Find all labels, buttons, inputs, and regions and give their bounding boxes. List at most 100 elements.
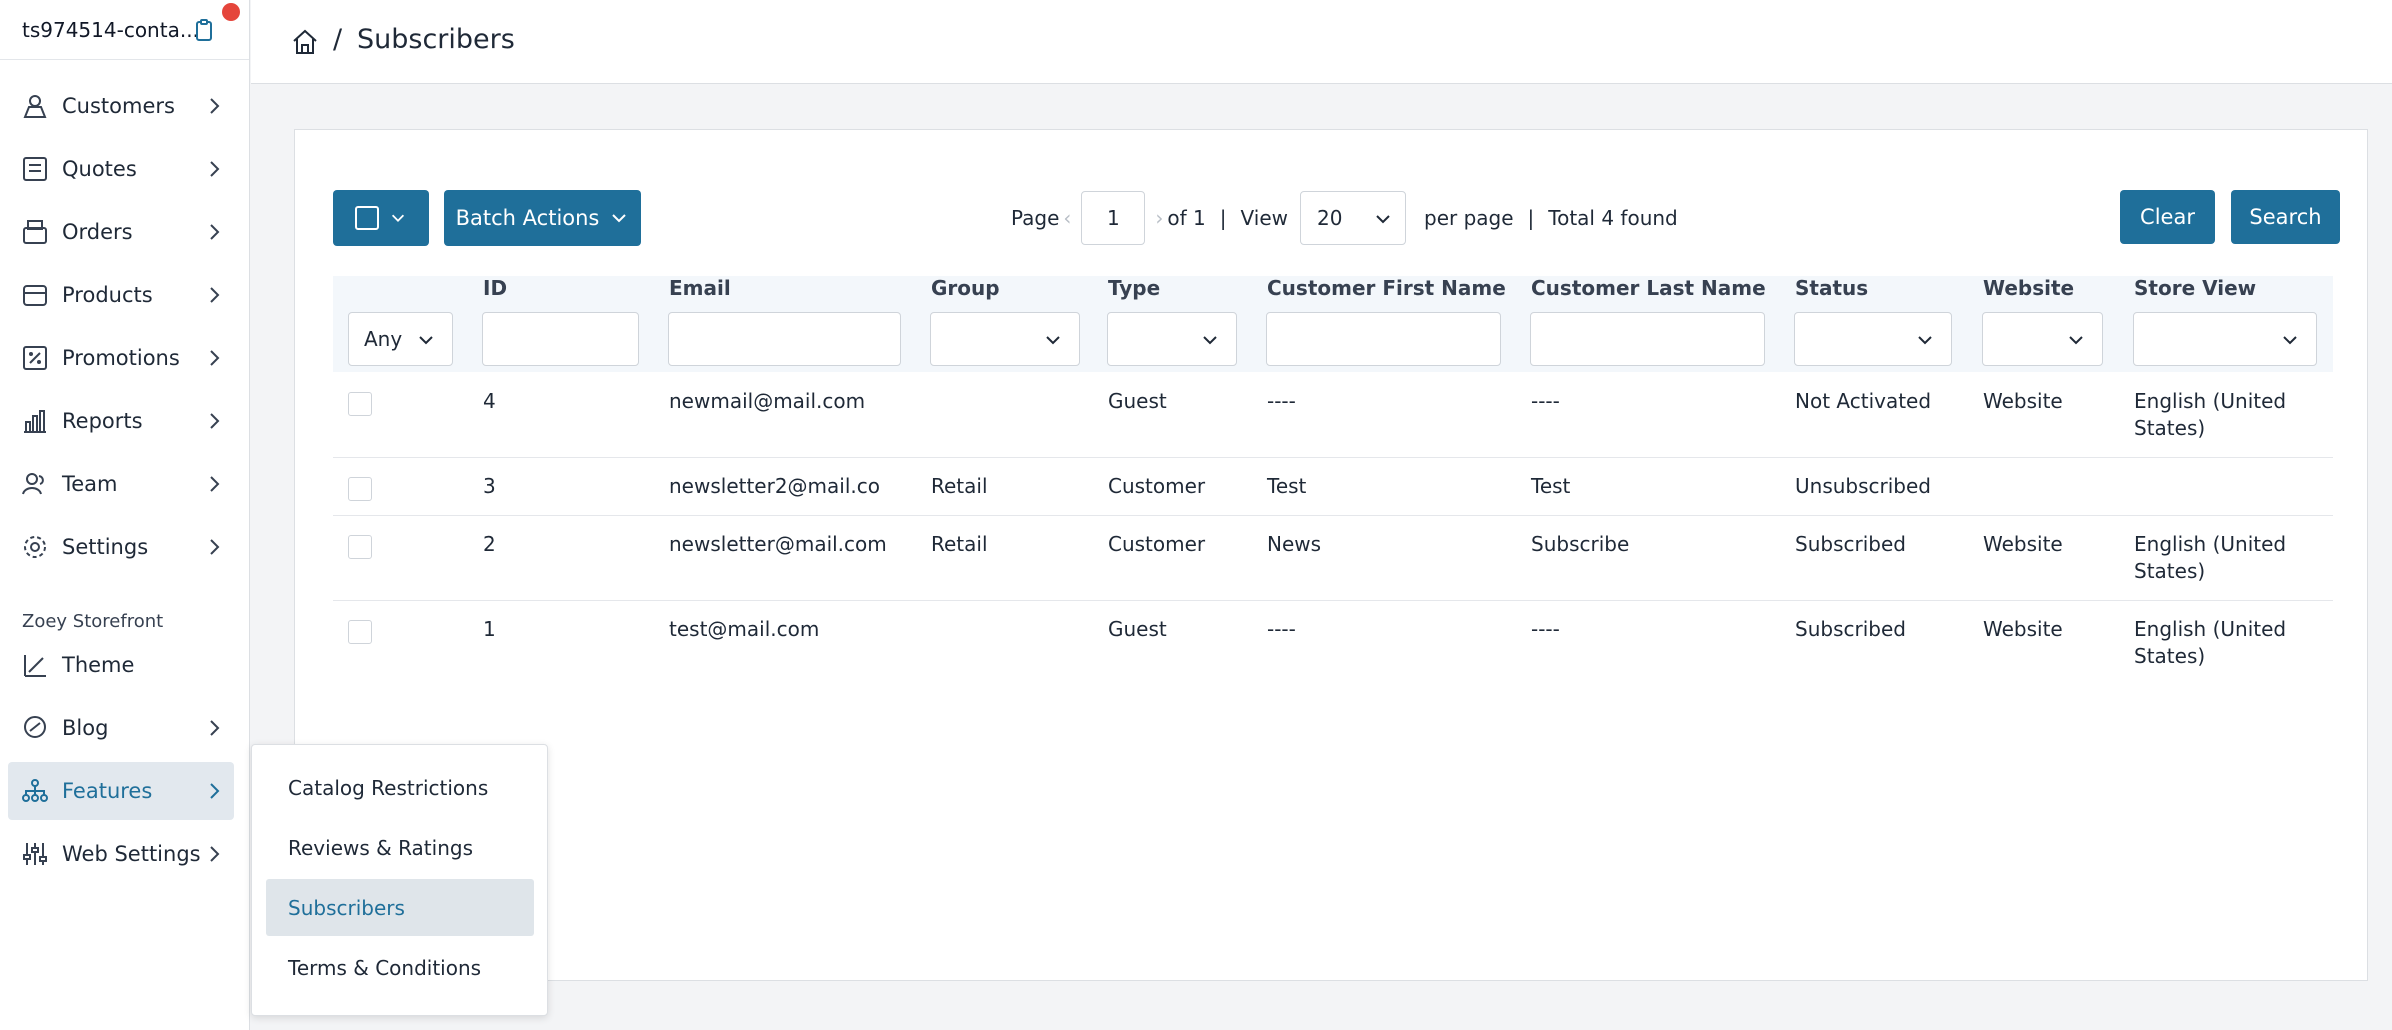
quotes-icon (23, 157, 47, 181)
sidebar-item-blog[interactable]: Blog (8, 699, 234, 757)
sidebar-item-orders[interactable]: Orders (8, 203, 234, 261)
submenu-item-reviews-ratings[interactable]: Reviews & Ratings (266, 819, 534, 876)
cell-store-view: English (United States) (2134, 532, 2287, 583)
clear-button[interactable]: Clear (2120, 190, 2215, 244)
chevron-down-icon (419, 336, 433, 345)
last-name-filter-input[interactable] (1530, 312, 1765, 366)
chevron-down-icon (612, 214, 627, 223)
page-number-input[interactable]: 1 (1081, 191, 1146, 245)
next-page-icon[interactable]: › (1155, 206, 1163, 230)
store-name: ts974514-conta... (22, 17, 199, 42)
sliders-icon (23, 843, 47, 865)
table-row[interactable]: 4 newmail@mail.com Guest ---- ---- Not A… (333, 372, 2333, 458)
cell-store-view: English (United States) (2134, 617, 2287, 668)
batch-actions-button[interactable]: Batch Actions (444, 190, 641, 246)
chevron-right-icon (210, 846, 220, 862)
sidebar: ts974514-conta... Customers Quotes Order… (0, 0, 250, 1030)
column-header-status[interactable]: Status (1795, 276, 1868, 300)
email-filter-input[interactable] (668, 312, 901, 366)
features-submenu: Catalog Restrictions Reviews & Ratings S… (251, 744, 548, 1016)
blog-icon (24, 716, 46, 738)
status-filter-select[interactable] (1794, 312, 1952, 366)
select-filter-value: Any (364, 327, 403, 351)
column-header-store-view[interactable]: Store View (2134, 276, 2256, 300)
cell-group: Retail (931, 474, 988, 498)
sidebar-item-promotions[interactable]: Promotions (8, 329, 234, 387)
submenu-item-catalog-restrictions[interactable]: Catalog Restrictions (266, 759, 534, 816)
chevron-down-icon (2283, 336, 2297, 345)
cell-email: newsletter2@mail.co (669, 474, 880, 498)
column-header-group[interactable]: Group (931, 276, 1000, 300)
chevron-right-icon (210, 224, 220, 240)
select-filter[interactable]: Any (348, 312, 453, 366)
sidebar-item-label: Blog (62, 716, 109, 740)
column-header-type[interactable]: Type (1108, 276, 1160, 300)
products-icon (23, 285, 47, 306)
row-checkbox[interactable] (348, 620, 372, 644)
group-filter-select[interactable] (930, 312, 1080, 366)
sidebar-item-quotes[interactable]: Quotes (8, 140, 234, 198)
website-filter-select[interactable] (1982, 312, 2103, 366)
column-header-email[interactable]: Email (669, 276, 731, 300)
page-header: / Subscribers (251, 0, 2392, 84)
sidebar-item-customers[interactable]: Customers (8, 77, 234, 135)
sidebar-item-label: Features (62, 779, 153, 803)
table-row[interactable]: 3 newsletter2@mail.co Retail Customer Te… (333, 458, 2333, 516)
per-page-select[interactable]: 20 (1300, 191, 1406, 245)
column-header-first-name[interactable]: Customer First Name (1267, 276, 1506, 300)
store-view-filter-select[interactable] (2133, 312, 2317, 366)
cell-last-name: ---- (1531, 389, 1560, 413)
search-button[interactable]: Search (2231, 190, 2340, 244)
pager-separator: | (1527, 206, 1535, 230)
store-switcher[interactable]: ts974514-conta... (0, 0, 249, 60)
submenu-item-subscribers[interactable]: Subscribers (266, 879, 534, 936)
sidebar-item-features[interactable]: Features (8, 762, 234, 820)
percent-icon (23, 346, 47, 370)
first-name-filter-input[interactable] (1266, 312, 1501, 366)
sidebar-item-products[interactable]: Products (8, 266, 234, 324)
submenu-item-terms-conditions[interactable]: Terms & Conditions (266, 939, 534, 996)
total-found: Total 4 found (1548, 206, 1678, 230)
table-row[interactable]: 2 newsletter@mail.com Retail Customer Ne… (333, 516, 2333, 601)
sidebar-item-settings[interactable]: Settings (8, 518, 234, 576)
cell-id: 4 (483, 389, 496, 413)
cell-status: Unsubscribed (1795, 474, 1931, 498)
sidebar-item-label: Customers (62, 94, 175, 118)
select-all-dropdown[interactable] (333, 190, 429, 246)
clipboard-icon[interactable] (194, 18, 214, 42)
cell-type: Guest (1108, 389, 1167, 413)
grid-header: ID Email Group Type Customer First Name … (333, 276, 2333, 372)
chevron-down-icon (2069, 336, 2083, 345)
pagination: Page ‹ 1 › of 1 | View 20 per page | Tot… (1011, 190, 1678, 246)
sidebar-item-label: Quotes (62, 157, 137, 181)
chevron-right-icon (210, 783, 220, 799)
column-header-id[interactable]: ID (483, 276, 507, 300)
column-header-website[interactable]: Website (1983, 276, 2074, 300)
orders-icon (23, 220, 47, 244)
type-filter-select[interactable] (1107, 312, 1237, 366)
sidebar-item-team[interactable]: Team (8, 455, 234, 513)
pager-separator: | (1219, 206, 1227, 230)
gear-icon (24, 536, 46, 558)
cell-type: Customer (1108, 474, 1206, 498)
page-title: Subscribers (357, 24, 515, 55)
batch-actions-label: Batch Actions (455, 206, 600, 230)
row-checkbox[interactable] (348, 392, 372, 416)
row-checkbox[interactable] (348, 477, 372, 501)
sidebar-item-web-settings[interactable]: Web Settings (8, 825, 234, 883)
table-row[interactable]: 1 test@mail.com Guest ---- ---- Subscrib… (333, 601, 2333, 687)
sidebar-item-theme[interactable]: Theme (8, 636, 234, 694)
id-filter-input[interactable] (482, 312, 639, 366)
cell-group: Retail (931, 532, 988, 556)
prev-page-icon[interactable]: ‹ (1063, 206, 1071, 230)
chevron-down-icon (1046, 336, 1060, 345)
cell-first-name: Test (1267, 474, 1307, 498)
cell-status: Subscribed (1795, 532, 1906, 556)
sidebar-item-reports[interactable]: Reports (8, 392, 234, 450)
row-checkbox[interactable] (348, 535, 372, 559)
sidebar-item-label: Settings (62, 535, 149, 559)
home-icon[interactable] (291, 28, 319, 56)
column-header-last-name[interactable]: Customer Last Name (1531, 276, 1766, 300)
chevron-right-icon (210, 98, 220, 114)
sidebar-item-label: Promotions (62, 346, 180, 370)
